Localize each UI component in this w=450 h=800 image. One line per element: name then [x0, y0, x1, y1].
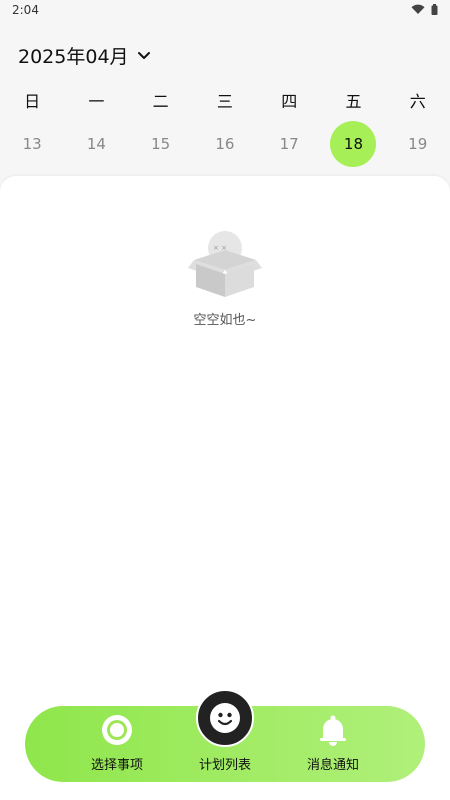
- weekday-fri: 五: [345, 92, 362, 111]
- battery-icon: [431, 4, 438, 15]
- weekday-row: 日 一 二 三 四 五 六: [0, 88, 450, 112]
- smiley-face-icon: [210, 703, 240, 733]
- date-cell[interactable]: 14: [73, 121, 119, 167]
- chevron-down-icon: [137, 51, 150, 59]
- target-circle-icon: [102, 715, 132, 745]
- date-row: 13 14 15 16 17 18 19: [0, 120, 450, 168]
- weekday-sat: 六: [409, 92, 426, 111]
- empty-state-text: 空空如也~: [193, 313, 257, 328]
- nav-label-select: 选择事项: [90, 758, 143, 773]
- nav-item-select[interactable]: 选择事项: [62, 706, 172, 782]
- nav-label-plan-list: 计划列表: [198, 758, 251, 773]
- plan-list-center-button[interactable]: [196, 689, 254, 747]
- date-cell-selected[interactable]: 18: [330, 121, 377, 167]
- month-selector[interactable]: 2025年04月: [18, 42, 151, 69]
- date-cell[interactable]: 19: [395, 121, 441, 167]
- nav-item-notifications[interactable]: 消息通知: [278, 706, 388, 782]
- weekday-tue: 二: [152, 92, 169, 111]
- month-label: 2025年04月: [18, 46, 129, 68]
- bell-icon: [320, 715, 346, 746]
- weekday-thu: 四: [281, 92, 298, 111]
- date-cell[interactable]: 16: [202, 121, 248, 167]
- status-time: 2:04: [12, 3, 39, 17]
- weekday-sun: 日: [24, 92, 41, 111]
- nav-label-notifications: 消息通知: [306, 758, 359, 773]
- empty-box-icon: × ×: [188, 231, 262, 297]
- weekday-mon: 一: [88, 92, 105, 111]
- status-icons: [411, 4, 438, 15]
- weekday-wed: 三: [216, 92, 233, 111]
- status-bar: 2:04: [0, 0, 450, 24]
- date-cell[interactable]: 17: [266, 121, 312, 167]
- date-cell[interactable]: 13: [9, 121, 55, 167]
- wifi-icon: [411, 4, 425, 14]
- date-cell[interactable]: 15: [138, 121, 184, 167]
